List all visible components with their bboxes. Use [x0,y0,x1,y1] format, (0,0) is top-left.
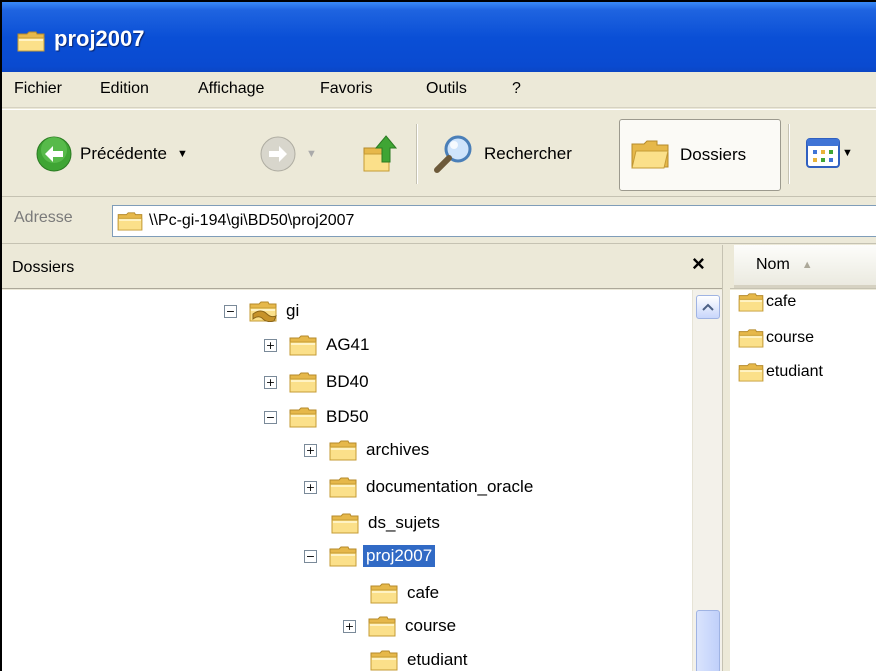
sort-ascending-icon: ▲ [801,259,813,271]
forward-arrow-icon [260,136,296,172]
toolbar: Précédente ▼ ▼ Rechercher Dossiers ▼ [2,109,876,197]
expand-icon[interactable]: + [304,443,317,457]
folders-button[interactable]: Dossiers [619,119,781,191]
tree-node-proj2007[interactable]: − proj2007 [304,543,436,569]
tree-node-label: documentation_oracle [366,477,534,496]
collapse-icon[interactable]: − [304,549,317,563]
back-label: Précédente [80,144,167,163]
tree-node-label: etudiant [407,650,468,669]
search-label: Rechercher [484,144,572,163]
close-icon[interactable]: × [692,251,705,277]
folders-icon [631,140,669,169]
menu-outils[interactable]: Outils [426,80,467,98]
tree-node-documentation-oracle[interactable]: + documentation_oracle [304,474,536,500]
tree-node-bd50[interactable]: − BD50 [264,404,372,430]
tree-node-label: ds_sujets [368,513,440,532]
column-header-label: Nom [756,256,790,273]
collapse-icon[interactable]: − [224,304,237,318]
tree-node-etudiant[interactable]: etudiant [370,647,471,671]
up-folder-button[interactable] [362,132,402,174]
open-folder-icon [329,545,357,567]
menu-help[interactable]: ? [512,80,521,98]
pane-splitter[interactable] [722,245,730,671]
folder-icon [289,406,317,428]
folder-icon [289,371,317,393]
tree-node-label: proj2007 [363,545,436,567]
collapse-icon[interactable]: − [264,410,277,424]
tree-node-gi[interactable]: − gi [224,298,302,324]
tree-node-course[interactable]: + course [343,613,459,639]
list-item[interactable]: etudiant [738,362,823,382]
folder-icon [331,512,359,534]
folder-icon [329,439,357,461]
list-item-label: cafe [766,293,797,310]
menu-favoris[interactable]: Favoris [320,80,372,98]
column-header-name[interactable]: Nom ▲ [734,245,876,288]
expand-icon[interactable]: + [304,480,317,494]
expand-icon[interactable]: + [264,338,277,352]
folder-icon [329,476,357,498]
up-folder-icon [363,135,398,172]
folder-icon [370,582,398,604]
tree-node-label: cafe [407,583,440,602]
back-arrow-icon [36,136,72,172]
back-dropdown-icon[interactable]: ▼ [177,148,188,160]
forward-dropdown-icon[interactable]: ▼ [306,148,317,160]
explorer-window: proj2007 Fichier Edition Affichage Favor… [0,0,876,671]
folder-icon [370,649,398,671]
list-item-label: etudiant [766,363,823,380]
file-list: cafe course etudiant [730,290,876,671]
title-bar[interactable]: proj2007 [2,2,876,82]
tree-node-label: BD40 [326,372,369,391]
tree-node-ag41[interactable]: + AG41 [264,332,372,358]
address-label: Adresse [14,209,73,226]
tree-node-label: AG41 [326,335,370,354]
list-item-label: course [766,329,815,346]
address-input[interactable]: \\Pc-gi-194\gi\BD50\proj2007 [112,205,876,237]
tree-node-cafe[interactable]: cafe [370,580,442,606]
tree-node-archives[interactable]: + archives [304,437,432,463]
tree-node-label: BD50 [326,407,369,426]
file-list-header: Nom ▲ [730,245,876,289]
search-icon [434,135,472,173]
shared-folder-icon [249,300,277,322]
expand-icon[interactable]: + [343,619,356,633]
expand-icon[interactable]: + [264,375,277,389]
menu-edition[interactable]: Edition [100,80,149,98]
folder-icon [738,292,764,312]
scroll-up-button[interactable] [696,295,720,319]
tree-node-ds-sujets[interactable]: ds_sujets [331,510,443,536]
address-bar: Adresse \\Pc-gi-194\gi\BD50\proj2007 [2,198,876,244]
views-grid-icon [806,138,840,168]
folders-pane-title: Dossiers [12,259,75,276]
window-title: proj2007 [54,26,145,51]
folder-icon [368,615,396,637]
search-button[interactable]: Rechercher [432,134,572,174]
tree-node-bd40[interactable]: + BD40 [264,369,372,395]
folders-pane-header: Dossiers × [2,245,729,289]
address-path: \\Pc-gi-194\gi\BD50\proj2007 [149,212,355,229]
folder-icon [738,362,764,382]
tree-scrollbar[interactable] [692,290,722,671]
menu-affichage[interactable]: Affichage [198,80,264,98]
scroll-thumb[interactable] [696,610,720,671]
views-dropdown-icon[interactable]: ▼ [842,147,853,159]
folder-tree: − gi + AG41 + BD40 − BD50 + archives + d… [2,290,692,671]
folders-label: Dossiers [680,145,747,164]
folder-icon [738,328,764,348]
tree-node-label: gi [286,301,300,320]
tree-node-label: archives [366,440,430,459]
folder-icon [117,211,143,231]
menu-bar: Fichier Edition Affichage Favoris Outils… [2,72,876,108]
chevron-up-icon [702,303,714,311]
tree-node-label: course [405,616,457,635]
folder-icon [289,334,317,356]
back-button[interactable]: Précédente ▼ [36,136,188,172]
list-item[interactable]: cafe [738,292,796,312]
folder-icon [16,30,46,52]
forward-button[interactable]: ▼ [260,136,317,172]
views-button[interactable]: ▼ [806,138,853,168]
menu-fichier[interactable]: Fichier [14,80,62,98]
list-item[interactable]: course [738,328,814,348]
